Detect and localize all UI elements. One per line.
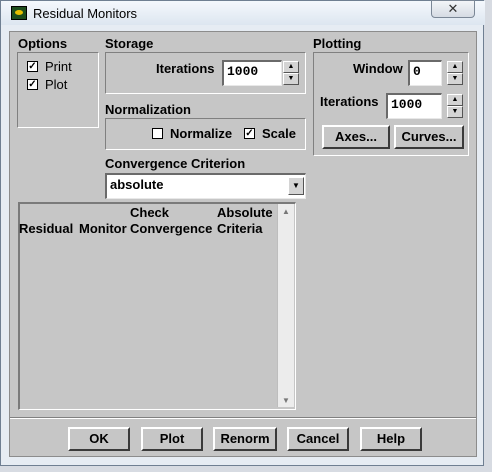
residual-table[interactable]: Residual Monitor Check Convergence Absol… [18,202,296,410]
up-arrow-icon: ▲ [451,96,459,103]
plot-label: Plot [45,77,68,92]
plotting-iterations-up[interactable]: ▲ [447,94,463,106]
scroll-up-icon[interactable]: ▲ [282,207,290,216]
normalize-checkbox[interactable] [152,128,163,139]
scroll-down-icon[interactable]: ▼ [282,396,290,405]
options-title: Options [18,36,68,51]
app-icon [11,6,27,20]
plotting-window-down[interactable]: ▼ [447,73,463,85]
down-arrow-icon: ▼ [451,108,459,115]
plotting-iterations-down[interactable]: ▼ [447,106,463,118]
plot-button[interactable]: Plot [141,427,203,451]
table-scrollbar[interactable]: ▲ ▼ [277,204,294,407]
plotting-iterations-input[interactable]: 1000 [386,93,442,119]
help-button[interactable]: Help [360,427,422,451]
up-arrow-icon: ▲ [451,63,459,70]
storage-iterations-label: Iterations [156,61,215,76]
dialog-body: Options ✓ Print ✓ Plot Storage Iteration… [9,31,477,457]
print-label: Print [45,59,72,74]
plotting-window-up[interactable]: ▲ [447,61,463,73]
renorm-button[interactable]: Renorm [213,427,277,451]
plotting-title: Plotting [313,36,362,51]
check-icon: ✓ [245,128,254,139]
convergence-dropdown-button[interactable]: ▼ [288,177,304,195]
col-criteria-header: Criteria [217,221,263,236]
col-monitor-header: Monitor [79,221,127,236]
title-bar[interactable]: Residual Monitors ✕ [1,0,485,25]
plot-checkbox[interactable]: ✓ [27,79,38,90]
up-arrow-icon: ▲ [287,63,295,70]
storage-iterations-input[interactable]: 1000 [222,60,282,86]
col-check-header: Check [130,205,170,220]
residual-monitors-window: Residual Monitors ✕ Options ✓ Print ✓ Pl… [0,0,485,466]
col-residual-header: Residual [19,221,74,236]
scale-checkbox[interactable]: ✓ [244,128,255,139]
col-absolute-header: Absolute [217,205,273,220]
close-button[interactable]: ✕ [431,0,475,18]
close-icon: ✕ [447,1,459,16]
plotting-iterations-label: Iterations [320,94,379,109]
axes-button[interactable]: Axes... [322,125,390,149]
storage-iterations-down[interactable]: ▼ [283,73,299,85]
print-checkbox[interactable]: ✓ [27,61,38,72]
check-icon: ✓ [28,61,37,72]
normalization-title: Normalization [105,102,191,117]
separator [10,417,476,419]
curves-button[interactable]: Curves... [394,125,464,149]
check-icon: ✓ [28,79,37,90]
col-convergence-header: Convergence [130,221,213,236]
down-arrow-icon: ▼ [451,75,459,82]
chevron-down-icon: ▼ [292,181,300,190]
storage-title: Storage [105,36,154,51]
storage-iterations-up[interactable]: ▲ [283,61,299,73]
down-arrow-icon: ▼ [287,75,295,82]
plotting-window-label: Window [353,61,403,76]
ok-button[interactable]: OK [68,427,130,451]
convergence-select[interactable]: absolute [105,173,306,199]
window-title: Residual Monitors [33,6,138,21]
convergence-title: Convergence Criterion [105,156,246,171]
cancel-button[interactable]: Cancel [287,427,349,451]
plotting-window-input[interactable]: 0 [408,60,442,86]
scale-label: Scale [262,126,296,141]
normalize-label: Normalize [170,126,233,141]
